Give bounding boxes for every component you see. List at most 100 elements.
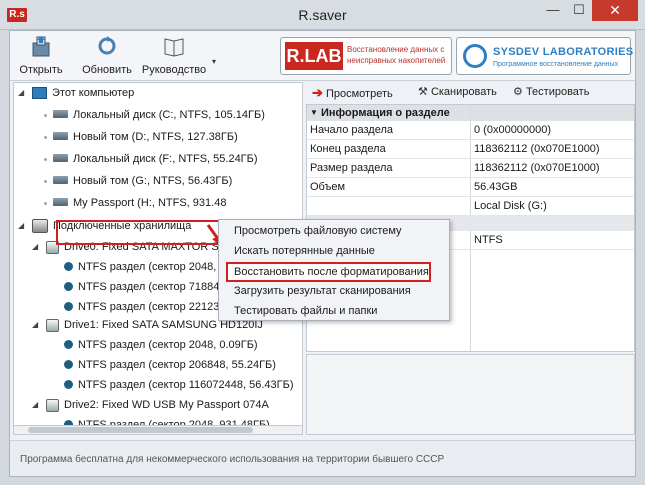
- tree-item-drive2[interactable]: Drive2: Fixed WD USB My Passport 074A: [46, 395, 269, 415]
- refresh-button[interactable]: Обновить: [76, 34, 138, 80]
- tree-connector-dot: [44, 136, 47, 139]
- tree-connector-dot: [44, 114, 47, 117]
- tree-item-label: Локальный диск (F:, NTFS, 55.24ГБ): [73, 153, 258, 165]
- rlab-logo[interactable]: R.LAB Восстановление данных с неисправны…: [280, 37, 452, 75]
- partition-toolbar: ➔ Просмотреть ⚒ Сканировать ⚙ Тестироват…: [306, 82, 635, 104]
- scrollbar-thumb[interactable]: [28, 427, 253, 433]
- tree-horizontal-scrollbar[interactable]: [13, 425, 303, 435]
- partition-icon: [64, 379, 73, 389]
- drive-icon: [46, 318, 59, 332]
- tree-item-label: NTFS раздел (сектор 2048,: [78, 261, 217, 273]
- tree-item-partition[interactable]: NTFS раздел (сектор 206848, 55.24ГБ): [64, 355, 276, 375]
- property-row: Local Disk (G:): [307, 197, 634, 216]
- collapse-arrow-icon[interactable]: ◢: [18, 216, 24, 236]
- property-row: Объем 56.43GB: [307, 178, 634, 197]
- sysdev-logo-title: SYSDEV LABORATORIES: [493, 46, 634, 58]
- collapse-arrow-icon[interactable]: ◢: [32, 237, 38, 257]
- guide-button[interactable]: Руководство: [138, 34, 210, 80]
- tree-item-label: Новый том (G:, NTFS, 56.43ГБ): [73, 175, 233, 187]
- disk-icon: [53, 110, 68, 119]
- guide-label: Руководство: [141, 64, 207, 76]
- tree-item-partition[interactable]: NTFS раздел (сектор 71884: [64, 277, 219, 297]
- main-window: Открыть Обновить Руководство ▾ R.LAB Вос…: [9, 30, 636, 477]
- property-value: 118362112 (0x070E1000): [474, 143, 600, 155]
- tree-item-disk-g[interactable]: Новый том (G:, NTFS, 56.43ГБ): [53, 171, 232, 191]
- disk-icon: [53, 198, 68, 207]
- disk-icon: [53, 132, 68, 141]
- tree-item-disk-h[interactable]: My Passport (H:, NTFS, 931.48: [53, 193, 226, 213]
- sysdev-logo-subtitle: Программное восстановление данных: [493, 61, 619, 68]
- tree-connector-dot: [44, 180, 47, 183]
- tree-item-partition[interactable]: NTFS раздел (сектор 2048, 0.09ГБ): [64, 335, 258, 355]
- disk-icon: [53, 154, 68, 163]
- tree-item-partition[interactable]: NTFS раздел (сектор 116072448, 56.43ГБ): [64, 375, 293, 395]
- tree-item-label: My Passport (H:, NTFS, 931.48: [73, 197, 227, 209]
- tree-connector-dot: [44, 158, 47, 161]
- menu-item-search-lost-data[interactable]: Искать потерянные данные: [219, 241, 449, 261]
- tree-item-label: NTFS раздел (сектор 2048, 0.09ГБ): [78, 339, 258, 351]
- minimize-button[interactable]: —: [540, 0, 566, 21]
- main-toolbar: Открыть Обновить Руководство ▾ R.LAB Вос…: [10, 31, 635, 81]
- tree-item-label: Новый том (D:, NTFS, 127.38ГБ): [73, 131, 238, 143]
- scan-label: Сканировать: [430, 86, 497, 98]
- storage-icon: [32, 219, 48, 234]
- partition-icon: [64, 359, 73, 369]
- partition-info-title: Информация о разделе: [321, 107, 450, 119]
- view-button[interactable]: ➔ Просмотреть: [312, 85, 393, 101]
- arrow-right-icon: ➔: [312, 85, 323, 100]
- property-value: Local Disk (G:): [474, 200, 547, 212]
- title-bar: R.s R.saver — ☐ ✕: [0, 0, 645, 30]
- partition-icon: [64, 281, 73, 291]
- property-key: Объем: [310, 181, 346, 193]
- tree-connector-dot: [44, 202, 47, 205]
- view-label: Просмотреть: [325, 88, 393, 100]
- rlab-logo-mark: R.LAB: [285, 42, 343, 70]
- partition-icon: [64, 301, 73, 311]
- tree-item-label: NTFS раздел (сектор 116072448, 56.43ГБ): [78, 379, 294, 391]
- scan-icon: ⚒: [418, 86, 428, 98]
- collapse-arrow-icon[interactable]: ◢: [18, 83, 24, 103]
- partition-icon: [64, 339, 73, 349]
- collapse-arrow-icon: ▼: [310, 108, 318, 117]
- tree-item-partition[interactable]: NTFS раздел (сектор 2048,: [64, 257, 216, 277]
- computer-icon: [32, 87, 47, 100]
- test-label: Тестировать: [525, 86, 590, 98]
- tree-item-computer[interactable]: Этот компьютер: [32, 83, 134, 103]
- menu-item-load-scan-result[interactable]: Загрузить результат сканирования: [219, 281, 449, 301]
- scan-button[interactable]: ⚒ Сканировать: [418, 85, 497, 98]
- tree-item-disk-f[interactable]: Локальный диск (F:, NTFS, 55.24ГБ): [53, 149, 258, 169]
- tree-item-disk-d[interactable]: Новый том (D:, NTFS, 127.38ГБ): [53, 127, 238, 147]
- tree-item-label: NTFS раздел (сектор 71884: [78, 281, 220, 293]
- tree-item-label: Локальный диск (C:, NTFS, 105.14ГБ): [73, 109, 265, 121]
- close-button[interactable]: ✕: [592, 0, 638, 21]
- rlab-logo-text: Восстановление данных с неисправных нако…: [347, 45, 446, 65]
- property-key: Конец раздела: [310, 143, 386, 155]
- book-icon: [164, 38, 184, 57]
- status-bar: Программа бесплатна для некоммерческого …: [10, 440, 635, 476]
- tree-item-label: NTFS раздел (сектор 206848, 55.24ГБ): [78, 359, 276, 371]
- property-row: Размер раздела 118362112 (0x070E1000): [307, 159, 634, 178]
- test-icon: ⚙: [513, 86, 523, 98]
- tree-item-disk-c[interactable]: Локальный диск (C:, NTFS, 105.14ГБ): [53, 105, 265, 125]
- tree-item-label: Drive2: Fixed WD USB My Passport 074A: [64, 399, 269, 411]
- menu-item-restore-after-format[interactable]: Восстановить после форматирования: [226, 262, 431, 282]
- disk-icon: [53, 176, 68, 185]
- property-value: 118362112 (0x070E1000): [474, 162, 600, 174]
- tree-item-label: Этот компьютер: [52, 87, 135, 99]
- sysdev-logo-icon: [463, 44, 487, 68]
- toolbar-more-chevron-icon[interactable]: ▾: [212, 57, 216, 66]
- open-button[interactable]: Открыть: [12, 34, 70, 80]
- property-value: 0 (0x00000000): [474, 124, 552, 136]
- collapse-arrow-icon[interactable]: ◢: [32, 395, 38, 415]
- sysdev-logo[interactable]: SYSDEV LABORATORIES Программное восстано…: [456, 37, 634, 75]
- menu-item-test-files[interactable]: Тестировать файлы и папки: [219, 301, 449, 321]
- context-menu: Просмотреть файловую систему Искать поте…: [218, 219, 450, 321]
- test-button[interactable]: ⚙ Тестировать: [513, 85, 589, 98]
- open-icon: [32, 36, 50, 57]
- preview-panel: [306, 354, 635, 435]
- partition-icon: [64, 261, 73, 271]
- collapse-arrow-icon[interactable]: ◢: [32, 315, 38, 335]
- property-key: Начало раздела: [310, 124, 394, 136]
- maximize-button[interactable]: ☐: [566, 0, 592, 21]
- menu-item-view-filesystem[interactable]: Просмотреть файловую систему: [219, 221, 449, 241]
